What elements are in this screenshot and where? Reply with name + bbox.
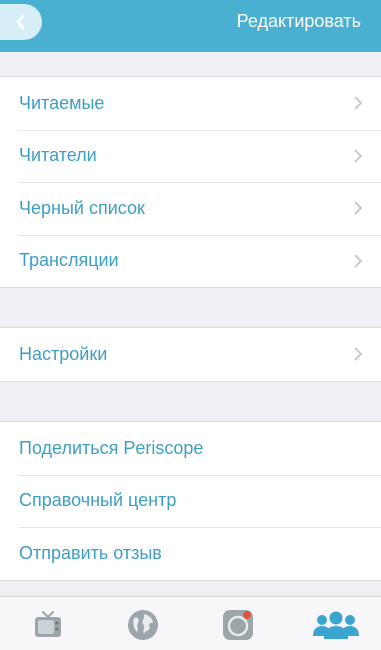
menu-item-feedback[interactable]: Отправить отзыв <box>0 527 381 580</box>
menu-item-label: Читаемые <box>19 92 105 113</box>
menu-group-settings: Настройки <box>0 327 381 382</box>
menu-item-label: Отправить отзыв <box>19 542 162 563</box>
tab-broadcast[interactable] <box>218 607 258 643</box>
tv-icon <box>35 611 61 637</box>
menu-item-settings[interactable]: Настройки <box>0 328 381 381</box>
menu-item-label: Настройки <box>19 343 108 364</box>
tab-bar <box>0 596 381 650</box>
chevron-right-icon <box>354 201 363 215</box>
menu-item-label: Черный список <box>19 197 145 218</box>
menu-item-followers[interactable]: Читатели <box>0 129 381 183</box>
menu-item-label: Трансляции <box>19 250 119 271</box>
back-button[interactable] <box>0 4 42 40</box>
menu-item-label: Поделиться Periscope <box>19 437 204 458</box>
menu-item-broadcasts[interactable]: Трансляции <box>0 234 381 288</box>
chevron-right-icon <box>354 254 363 268</box>
globe-icon <box>128 610 158 640</box>
chevron-left-icon <box>16 14 25 30</box>
menu-group-help: Поделиться Periscope Справочный центр От… <box>0 421 381 581</box>
tab-tv[interactable] <box>28 607 68 643</box>
menu-item-blocked[interactable]: Черный список <box>0 182 381 235</box>
menu-group-social: Читаемые Читатели Черный список Трансляц… <box>0 76 381 288</box>
tab-people[interactable] <box>312 607 360 643</box>
broadcast-camera-icon <box>223 610 253 640</box>
menu-item-share[interactable]: Поделиться Periscope <box>0 422 381 475</box>
edit-button[interactable]: Редактировать <box>237 10 361 32</box>
menu-item-label: Справочный центр <box>19 490 177 511</box>
chevron-right-icon <box>354 96 363 110</box>
chevron-right-icon <box>354 149 363 163</box>
menu-item-following[interactable]: Читаемые <box>0 77 381 130</box>
people-icon <box>313 611 359 639</box>
chevron-right-icon <box>354 347 363 361</box>
menu-item-help-center[interactable]: Справочный центр <box>0 474 381 528</box>
tab-global[interactable] <box>123 607 163 643</box>
nav-header: Редактировать <box>0 0 381 52</box>
menu-item-label: Читатели <box>19 145 97 166</box>
